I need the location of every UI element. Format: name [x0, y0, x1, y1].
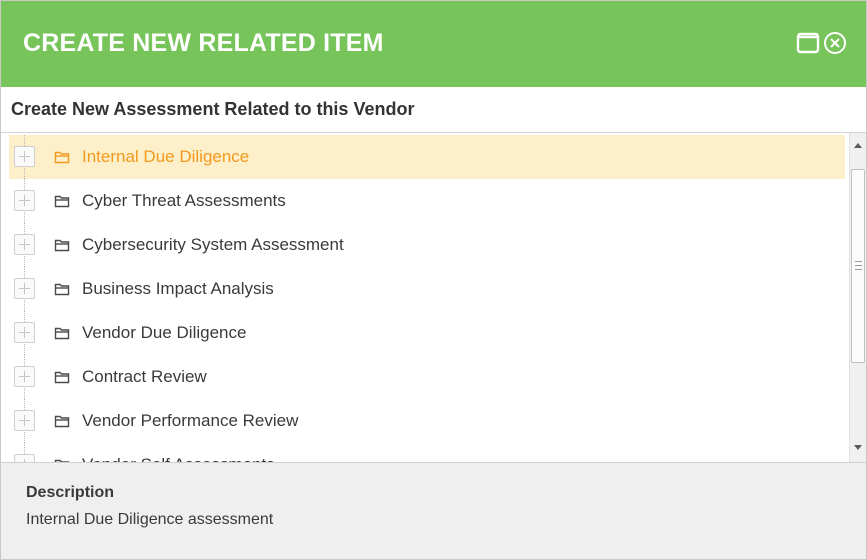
expand-plus-icon[interactable] [14, 410, 35, 431]
expand-plus-icon[interactable] [14, 366, 35, 387]
tree-item[interactable]: Cybersecurity System Assessment [9, 223, 845, 267]
expand-plus-icon[interactable] [14, 454, 35, 462]
tree-connector-line [24, 399, 25, 410]
tree-connector-line [24, 135, 25, 146]
tree-item[interactable]: Contract Review [9, 355, 845, 399]
tree-item-label: Vendor Self Assessments [82, 455, 275, 462]
tree-connector-line [24, 300, 25, 311]
tree-scrollbar[interactable] [849, 133, 866, 462]
folder-icon [54, 195, 70, 208]
tree-connector-line [24, 355, 25, 366]
maximize-icon [796, 32, 820, 54]
dialog-title: CREATE NEW RELATED ITEM [23, 29, 384, 57]
scroll-thumb[interactable] [851, 169, 865, 363]
tree-item[interactable]: Business Impact Analysis [9, 267, 845, 311]
tree-connector-line [24, 168, 25, 179]
tree-connector-line [24, 267, 25, 278]
tree-item[interactable]: Internal Due Diligence [9, 135, 845, 179]
expand-plus-icon[interactable] [14, 146, 35, 167]
tree-item-label: Vendor Due Diligence [82, 323, 247, 342]
scroll-up-button[interactable] [850, 137, 866, 154]
subheader-text: Create New Assessment Related to this Ve… [11, 99, 415, 119]
tree-item[interactable]: Vendor Performance Review [9, 399, 845, 443]
description-text: Internal Due Diligence assessment [26, 511, 274, 528]
description-title: Description [26, 484, 115, 501]
tree-connector-line [24, 311, 25, 322]
tree-connector-line [24, 223, 25, 234]
tree-item[interactable]: Vendor Self Assessments [9, 443, 845, 462]
grip-icon [855, 261, 862, 270]
tree-connector-line [24, 344, 25, 355]
expand-plus-icon[interactable] [14, 190, 35, 211]
folder-icon [54, 327, 70, 340]
expand-plus-icon[interactable] [14, 278, 35, 299]
scroll-down-button[interactable] [850, 439, 866, 456]
maximize-button[interactable] [796, 31, 820, 55]
create-related-item-dialog: CREATE NEW RELATED ITEM Create New Asses… [0, 0, 867, 560]
tree-item-label: Contract Review [82, 367, 207, 386]
scroll-up-arrow-icon [854, 143, 862, 148]
tree-item-label: Vendor Performance Review [82, 411, 299, 430]
dialog-subheader: Create New Assessment Related to this Ve… [1, 87, 866, 133]
description-panel: Description Internal Due Diligence asses… [1, 462, 866, 559]
tree-item-label: Cybersecurity System Assessment [82, 235, 344, 254]
tree-connector-line [24, 443, 25, 454]
tree-item-label: Internal Due Diligence [82, 147, 250, 166]
close-button[interactable] [823, 31, 847, 55]
dialog-titlebar: CREATE NEW RELATED ITEM [1, 1, 866, 87]
folder-icon [54, 415, 70, 428]
folder-icon [54, 283, 70, 296]
tree-connector-line [24, 432, 25, 443]
close-circle-icon [824, 32, 846, 54]
tree-item[interactable]: Cyber Threat Assessments [9, 179, 845, 223]
tree-connector-line [24, 212, 25, 223]
tree-item[interactable]: Vendor Due Diligence [9, 311, 845, 355]
tree-connector-line [24, 388, 25, 399]
scroll-down-arrow-icon [854, 445, 862, 450]
tree-item-label: Business Impact Analysis [82, 279, 274, 298]
folder-icon [54, 239, 70, 252]
folder-icon [54, 151, 70, 164]
tree-connector-line [24, 256, 25, 267]
tree-item-label: Cyber Threat Assessments [82, 191, 286, 210]
assessment-tree: Internal Due Diligence Cyber Threat Asses… [1, 133, 849, 462]
tree-connector-line [24, 179, 25, 190]
expand-plus-icon[interactable] [14, 234, 35, 255]
expand-plus-icon[interactable] [14, 322, 35, 343]
folder-icon [54, 371, 70, 384]
